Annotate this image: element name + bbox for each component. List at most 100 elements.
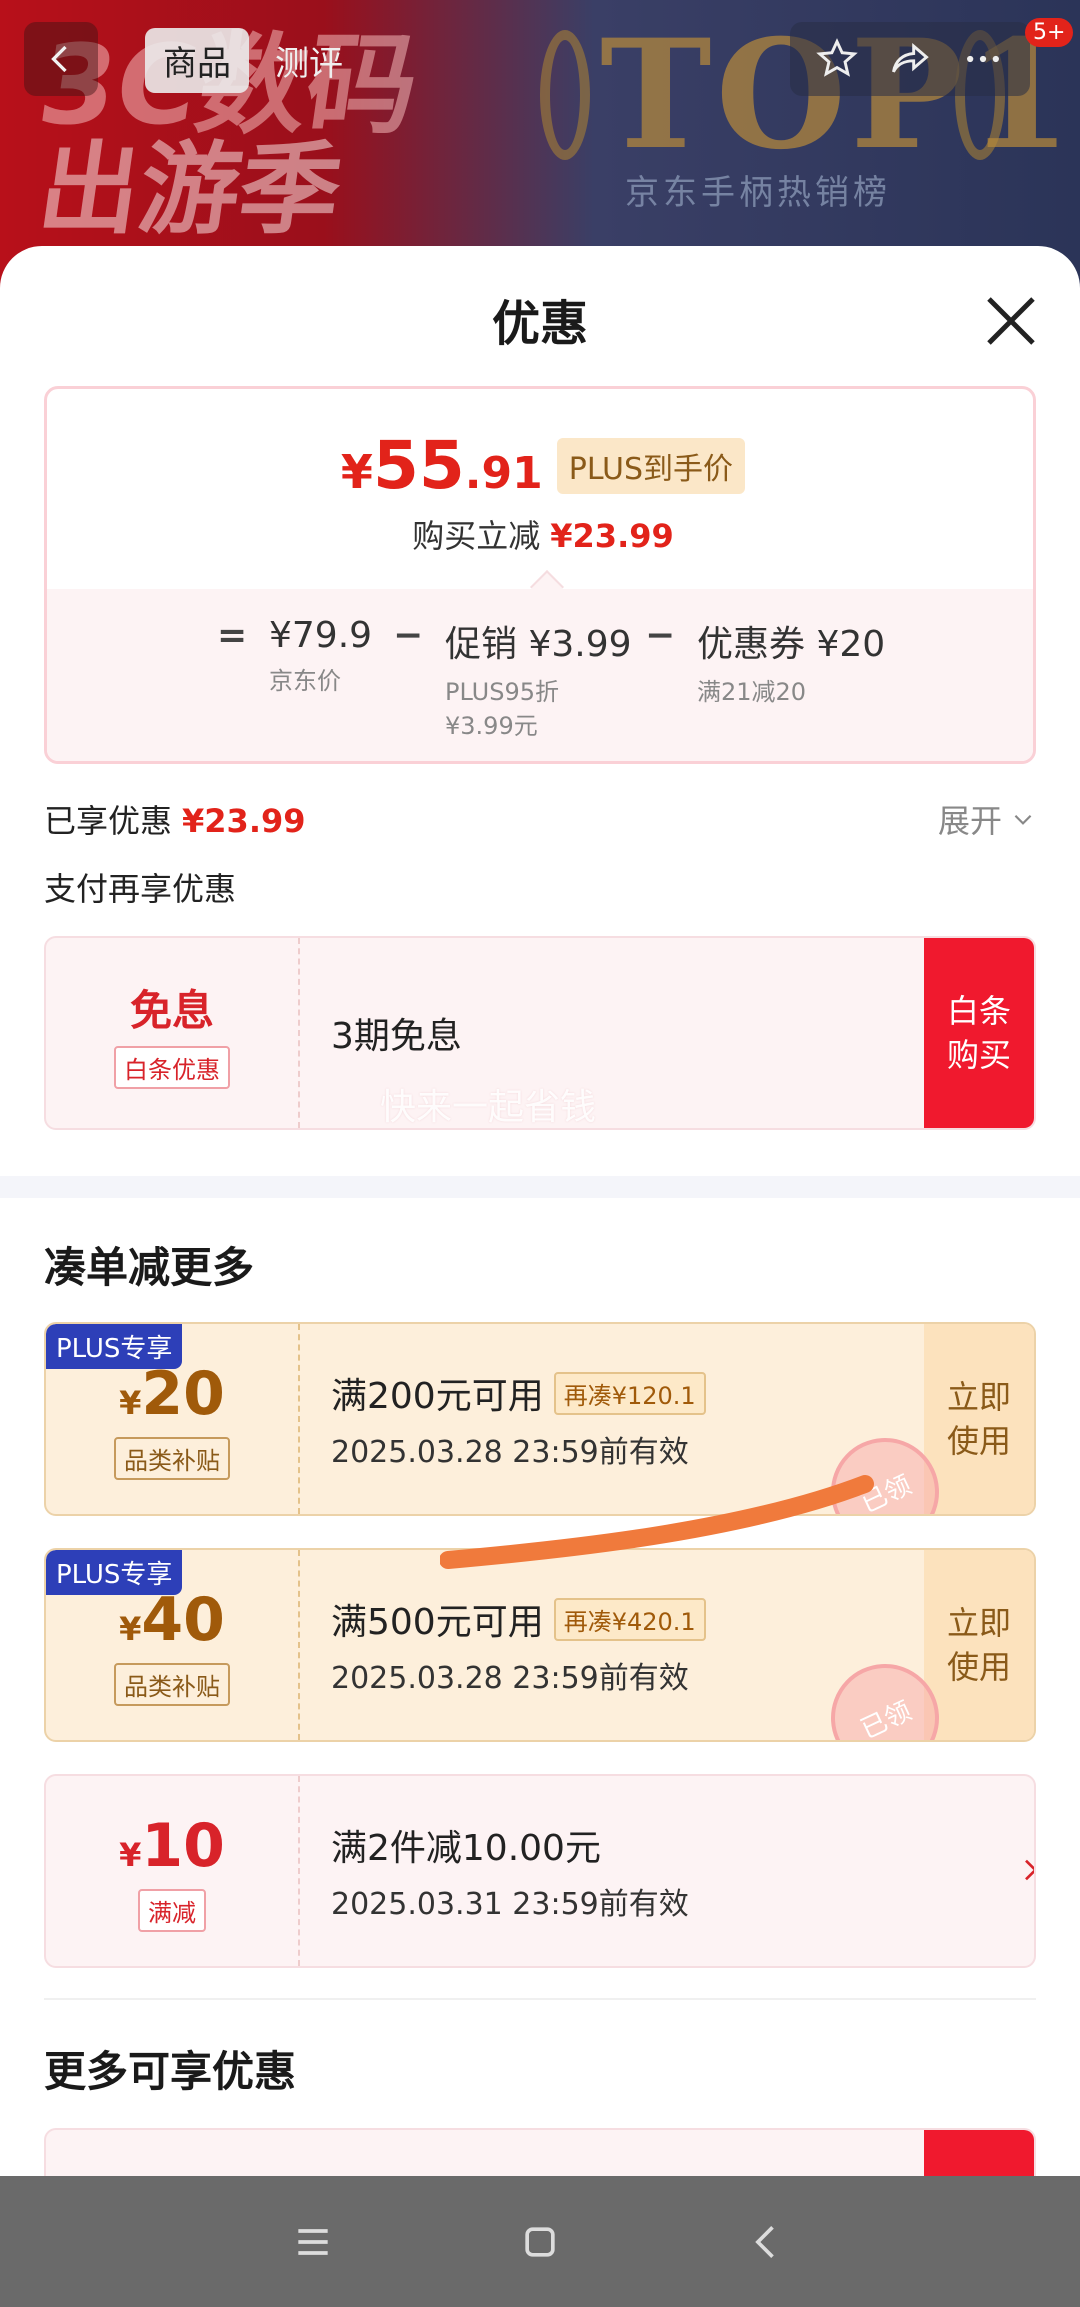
menu-icon[interactable]: [291, 2220, 335, 2264]
watermark-text: 快来一起省钱: [380, 1087, 597, 1128]
minus-sign: −: [393, 615, 424, 656]
coupon-divider: [298, 1324, 300, 1514]
message-badge: 5+: [1025, 18, 1074, 47]
promo-value: 促销 ¥3.99: [445, 624, 632, 665]
final-price: ¥ 55 .91: [341, 427, 543, 504]
star-icon[interactable]: [815, 37, 859, 81]
section-title-more-savings: 凑单减更多: [44, 1243, 255, 1292]
final-price-row: ¥ 55 .91 PLUS到手价: [47, 427, 1033, 504]
coupon-amount: ¥10: [119, 1811, 225, 1881]
interest-free-label: 免息: [129, 986, 214, 1035]
add-more-tag: 再凑¥420.1: [553, 1597, 706, 1641]
amount-value: 20: [141, 1358, 225, 1429]
use-now-button[interactable]: 立即 使用: [924, 1550, 1034, 1740]
coupon-expiry: 2025.03.28 23:59前有效: [331, 1661, 689, 1696]
coupon-condition: 满21减20: [697, 678, 807, 706]
tab-product[interactable]: 商品: [145, 27, 249, 93]
nav-back-icon[interactable]: [745, 2220, 789, 2264]
coupon-condition: 满500元可用: [331, 1602, 544, 1643]
reduce-label: 购买立减: [412, 517, 541, 555]
button-line2: 使用: [946, 1648, 1011, 1686]
button-line1: 立即: [946, 1604, 1011, 1642]
enjoyed-label: 已享优惠: [44, 802, 173, 840]
baitiao-tag: 白条优惠: [114, 1046, 230, 1089]
section-divider: [44, 1998, 1036, 2000]
amount-symbol: ¥: [119, 1835, 142, 1874]
chevron-right-icon: [1025, 1859, 1034, 1881]
installment-title: 3期免息: [331, 1016, 462, 1057]
plus-price-tag: PLUS到手价: [556, 437, 746, 494]
category-subsidy-tag: 品类补贴: [114, 1436, 230, 1480]
share-icon[interactable]: [888, 37, 932, 81]
coupon-divider: [298, 938, 300, 1128]
promo-item: 促销 ¥3.99 PLUS95折 ¥3.99元: [445, 615, 632, 743]
promo-sub-amount: ¥3.99元: [445, 712, 538, 740]
top-nav-bar: 商品 测评: [0, 22, 1080, 102]
expand-label: 展开: [938, 802, 1003, 840]
more-icon[interactable]: [961, 37, 1005, 81]
reduce-line: 购买立减 ¥23.99: [47, 511, 1033, 557]
button-line1: 立即: [946, 1378, 1011, 1416]
product-tabs: 商品 测评: [145, 26, 361, 94]
button-line1: 白条: [946, 992, 1011, 1030]
coupon-amount: ¥20: [119, 1359, 225, 1429]
enjoyed-amount: ¥23.99: [182, 802, 306, 840]
more-offer-card: [44, 2128, 1036, 2176]
banner-rank-subtitle: 京东手柄热销榜: [625, 173, 891, 213]
more-offer-button[interactable]: [924, 2130, 1034, 2176]
coupon-info: 满2件减10.00元 2025.03.31 23:59前有效: [331, 1776, 689, 1966]
section-title-more-offers: 更多可享优惠: [44, 2047, 297, 2096]
baitiao-buy-button[interactable]: 白条 购买: [924, 938, 1034, 1128]
amount-symbol: ¥: [119, 1383, 142, 1422]
coupon-amount: ¥40: [119, 1585, 225, 1655]
jd-price: ¥79.9: [269, 615, 373, 656]
discount-sheet: 优惠 ¥ 55 .91 PLUS到手价 购买立减 ¥23.99 = ¥79.9 京…: [0, 246, 1080, 2176]
category-subsidy-tag: 品类补贴: [114, 1662, 230, 1706]
price-breakdown: = ¥79.9 京东价 − 促销 ¥3.99 PLUS95折 ¥3.99元 − …: [47, 589, 1033, 761]
amount-symbol: ¥: [119, 1609, 142, 1648]
full-reduction-tag: 满减: [138, 1888, 206, 1932]
section-gap: [0, 1176, 1080, 1198]
sheet-title: 优惠: [491, 296, 588, 352]
chevron-down-icon: [1014, 814, 1032, 825]
system-nav-bar: [0, 2176, 1080, 2307]
button-line2: 购买: [946, 1036, 1011, 1074]
jd-price-label: 京东价: [269, 667, 341, 695]
coupon-condition: 满2件减10.00元: [331, 1828, 601, 1869]
tab-review[interactable]: 测评: [257, 28, 361, 93]
price-symbol: ¥: [340, 445, 373, 499]
coupon-condition: 满200元可用: [331, 1376, 544, 1417]
equals-sign: =: [217, 615, 248, 656]
reduce-amount: ¥23.99: [550, 517, 674, 555]
coupon-expiry: 2025.03.31 23:59前有效: [331, 1887, 689, 1922]
jd-price-item: ¥79.9 京东价: [269, 615, 372, 698]
promo-sub-discount: PLUS95折: [445, 678, 559, 706]
coupon-left: ¥10 满减: [46, 1776, 298, 1966]
expand-button[interactable]: 展开: [938, 796, 1036, 842]
back-button[interactable]: [24, 22, 98, 96]
baitiao-left: 免息 白条优惠: [46, 938, 298, 1128]
coupon-divider: [298, 1550, 300, 1740]
use-now-button[interactable]: 立即 使用: [924, 1324, 1034, 1514]
price-decimal: .91: [464, 448, 543, 499]
amount-value: 40: [141, 1584, 225, 1655]
back-icon: [51, 45, 67, 73]
coupon-item: 优惠券 ¥20 满21减20: [697, 615, 885, 709]
amount-value: 10: [141, 1810, 225, 1881]
coupon-left: ¥40 品类补贴: [46, 1550, 298, 1740]
action-buttons: [790, 22, 1030, 96]
home-icon[interactable]: [518, 2220, 562, 2264]
banner-promo-line2: 出游季: [31, 131, 349, 248]
minus-sign: −: [645, 615, 676, 656]
close-icon[interactable]: [978, 288, 1044, 354]
button-line2: 使用: [946, 1422, 1011, 1460]
price-integer: 55: [372, 427, 465, 504]
price-card: ¥ 55 .91 PLUS到手价 购买立减 ¥23.99 = ¥79.9 京东价 …: [44, 386, 1036, 764]
coupon-value: 优惠券 ¥20: [697, 624, 886, 665]
full-reduction-card[interactable]: ¥10 满减 满2件减10.00元 2025.03.31 23:59前有效: [44, 1774, 1036, 1968]
swipe-gesture-trace: [440, 1475, 874, 1569]
enjoyed-discount: 已享优惠 ¥23.99: [44, 796, 306, 842]
coupon-divider: [298, 1776, 300, 1966]
coupon-left: ¥20 品类补贴: [46, 1324, 298, 1514]
pay-discount-label: 支付再享优惠: [44, 870, 237, 908]
